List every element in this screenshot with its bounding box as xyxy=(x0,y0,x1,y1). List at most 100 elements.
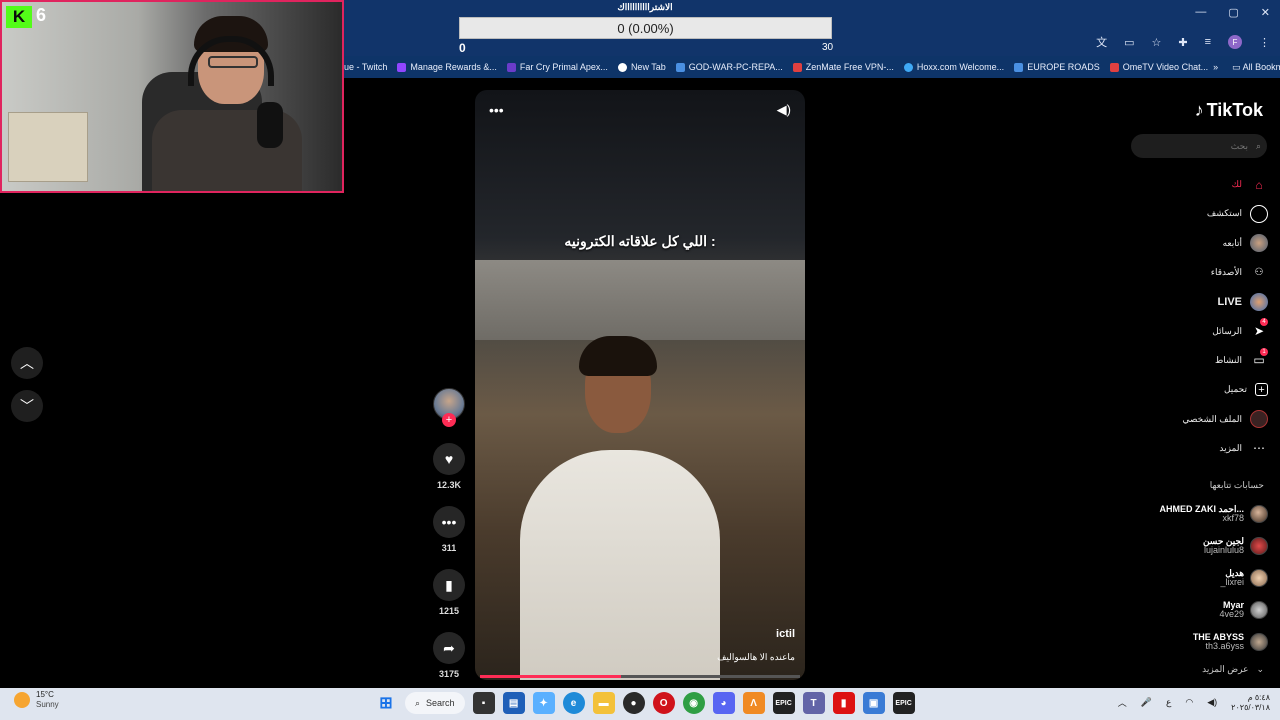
file-explorer-icon[interactable]: ▬ xyxy=(592,692,615,714)
sidebar-item-activity[interactable]: النشاط ▭ 1 xyxy=(1128,346,1268,375)
sidebar-item-profile[interactable]: الملف الشخصي xyxy=(1128,404,1268,433)
search-icon[interactable]: ⌕ xyxy=(1256,141,1261,152)
taskbar-search-label: Search xyxy=(426,698,455,708)
opera-icon[interactable]: O xyxy=(652,692,675,714)
obs-icon[interactable]: ● xyxy=(622,692,645,714)
clock[interactable]: ٥:٤٨ م ٢٠٢٥/٠٣/١٨ xyxy=(1231,693,1270,712)
bookmark-item[interactable]: GOD-WAR-PC-REPA... xyxy=(671,62,788,72)
sidebar-item-messages[interactable]: الرسائل ➤ 4 xyxy=(1128,316,1268,345)
chrome-icon[interactable]: ◉ xyxy=(682,692,705,714)
following-account[interactable]: AHMED ZAKI احمد... xkf78 xyxy=(1128,498,1268,530)
close-button[interactable]: ✕ xyxy=(1261,6,1270,19)
sidebar-item-live[interactable]: LIVE xyxy=(1128,287,1268,316)
bookmark-icon: ▮ xyxy=(445,576,453,593)
profile-avatar[interactable]: F xyxy=(1228,35,1242,49)
chevron-up-icon[interactable]: ︿ xyxy=(1118,696,1127,709)
sidebar-item-friends[interactable]: الأصدقاء ⚇ xyxy=(1128,258,1268,287)
translate-icon[interactable]: 文 xyxy=(1096,34,1107,50)
windows-start-icon[interactable]: ⊞ xyxy=(375,692,397,714)
bookmark-item[interactable]: New Tab xyxy=(613,62,671,72)
bookmark-item[interactable]: EUROPE ROADS xyxy=(1009,62,1105,72)
see-more-label: عرض المزيد xyxy=(1202,664,1249,674)
reading-list-icon[interactable]: ≡ xyxy=(1205,36,1211,48)
following-accounts-list: AHMED ZAKI احمد... xkf78 لجين حسن lujain… xyxy=(1128,498,1268,658)
sidebar-item-for-you[interactable]: لك ⌂ xyxy=(1128,170,1268,199)
site-icon xyxy=(1109,62,1119,72)
epic-games-icon[interactable]: EPIC xyxy=(772,692,795,714)
next-video-button[interactable]: ﹀ xyxy=(11,390,43,422)
search-bar: ⌕ xyxy=(1131,134,1267,158)
discord-icon[interactable]: ◕ xyxy=(712,692,735,714)
sidebar-item-following[interactable]: أتابعه xyxy=(1128,229,1268,258)
volume-icon[interactable]: ◀) xyxy=(777,102,791,118)
following-account[interactable]: THE ABYSS th3.a6yss xyxy=(1128,626,1268,658)
following-account-handle: _lixrei xyxy=(1220,577,1244,587)
bookmark-item[interactable]: OmeTV Video Chat... xyxy=(1105,62,1213,72)
bookmark-item[interactable]: ZenMate Free VPN-... xyxy=(788,62,899,72)
edge-icon[interactable]: e xyxy=(562,692,585,714)
bookmark-label: Hoxx.com Welcome... xyxy=(916,62,1005,72)
epic-games-icon[interactable]: EPIC xyxy=(892,692,915,714)
cast-icon[interactable]: ▭ xyxy=(1124,36,1134,49)
all-bookmarks-button[interactable]: ▭ All Bookmarks xyxy=(1232,62,1280,73)
taskbar-search[interactable]: ⌕ Search xyxy=(405,692,465,714)
heart-icon: ♥ xyxy=(444,451,454,467)
video-author[interactable]: ictil xyxy=(776,628,795,640)
home-icon: ⌂ xyxy=(1255,177,1263,192)
following-account-text: هديل _lixrei xyxy=(1220,568,1244,588)
video-progress-bar[interactable] xyxy=(480,675,800,678)
following-account[interactable]: Myar 4ve29 xyxy=(1128,594,1268,626)
tiktok-logo[interactable]: ♪ TikTok xyxy=(1195,100,1263,121)
previous-video-button[interactable]: ︿ xyxy=(11,347,43,379)
more-options-icon[interactable]: ••• xyxy=(489,102,504,118)
app-icon[interactable]: ▣ xyxy=(862,692,885,714)
maximize-button[interactable]: ▢ xyxy=(1228,6,1238,19)
copilot-icon[interactable]: ✦ xyxy=(532,692,555,714)
extensions-icon[interactable]: ✚ xyxy=(1178,36,1187,49)
follow-plus-icon[interactable]: + xyxy=(442,413,456,427)
comment-button[interactable]: ••• xyxy=(433,506,465,538)
share-button[interactable]: ➦ xyxy=(433,632,465,664)
sidebar-item-explore[interactable]: استكشف xyxy=(1128,199,1268,228)
friends-icon: ⚇ xyxy=(1254,267,1264,279)
following-account-handle: 4ve29 xyxy=(1219,609,1244,619)
input-language[interactable]: ع xyxy=(1166,697,1171,708)
app-icon[interactable]: ▮ xyxy=(832,692,855,714)
save-count: 1215 xyxy=(438,606,460,616)
like-button[interactable]: ♥ xyxy=(433,443,465,475)
sidebar-item-upload[interactable]: تحميل + xyxy=(1128,375,1268,404)
bookmark-label: Far Cry Primal Apex... xyxy=(519,62,608,72)
sidebar-item-label: الملف الشخصي xyxy=(1182,413,1242,424)
bookmark-star-icon[interactable]: ☆ xyxy=(1151,36,1161,49)
bookmark-item[interactable]: Far Cry Primal Apex... xyxy=(502,62,613,72)
video-player[interactable]: ••• ◀) اللي كل علاقاته الكترونيه : ictil… xyxy=(475,90,805,680)
task-view-icon[interactable]: ▪ xyxy=(472,692,495,714)
store-icon[interactable]: ▤ xyxy=(502,692,525,714)
chevron-right-icon[interactable]: » xyxy=(1213,62,1218,72)
following-account[interactable]: لجين حسن lujainlulu8 xyxy=(1128,530,1268,562)
see-more-button[interactable]: عرض المزيد ⌄ xyxy=(1202,664,1264,675)
save-button[interactable]: ▮ xyxy=(433,569,465,601)
search-input[interactable] xyxy=(1147,141,1248,151)
sidebar-item-label: الأصدقاء xyxy=(1210,267,1242,278)
avatar xyxy=(1250,537,1268,555)
minimize-button[interactable]: — xyxy=(1195,6,1206,19)
sidebar-item-label: أتابعه xyxy=(1222,237,1242,248)
avatar xyxy=(1250,601,1268,619)
goal-min-label: 0 xyxy=(459,41,466,55)
app-icon[interactable]: Λ xyxy=(742,692,765,714)
sidebar-item-more[interactable]: المزيد ⋯ xyxy=(1128,434,1268,463)
bookmark-item[interactable]: Manage Rewards &... xyxy=(392,62,502,72)
kebab-menu-icon[interactable]: ⋮ xyxy=(1259,36,1270,49)
site-icon xyxy=(506,62,516,72)
teams-icon[interactable]: T xyxy=(802,692,825,714)
following-account[interactable]: هديل _lixrei xyxy=(1128,562,1268,594)
volume-icon[interactable]: ◀) xyxy=(1207,697,1217,708)
following-avatar-icon xyxy=(1250,234,1268,253)
bookmark-label: New Tab xyxy=(630,62,666,72)
weather-widget[interactable]: 15°C Sunny xyxy=(14,690,59,709)
taskbar-apps: ⊞ ⌕ Search ▪ ▤ ✦ e ▬ ● O ◉ ◕ Λ EPIC T ▮ … xyxy=(375,692,915,714)
bookmark-item[interactable]: Hoxx.com Welcome... xyxy=(899,62,1009,72)
microphone-icon[interactable]: 🎤 xyxy=(1141,697,1152,708)
wifi-icon[interactable]: ◠ xyxy=(1185,697,1193,708)
